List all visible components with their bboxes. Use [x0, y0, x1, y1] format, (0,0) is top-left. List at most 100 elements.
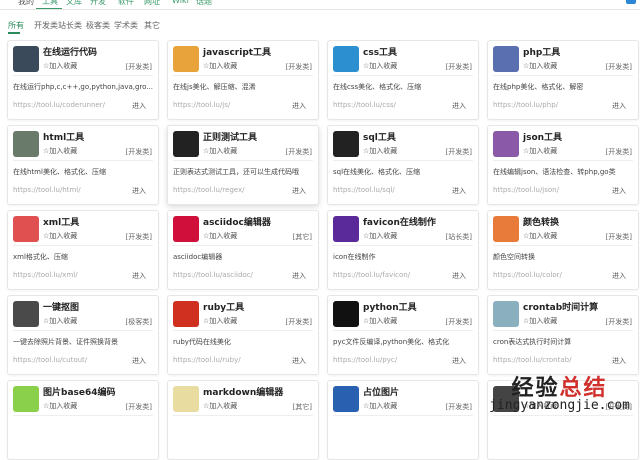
- tool-url[interactable]: https://tool.lu/coderunner/: [13, 101, 105, 109]
- tool-title[interactable]: json工具: [523, 130, 562, 143]
- tool-title[interactable]: 在线运行代码: [43, 45, 97, 58]
- tab-item[interactable]: 极客类: [86, 20, 110, 31]
- tool-card[interactable]: 在线运行代码 ☆加入收藏 [开发类] 在线运行php,c,c++,go,pyth…: [7, 40, 159, 120]
- add-favorite-button[interactable]: ☆加入收藏: [363, 316, 397, 326]
- user-avatar-button[interactable]: [626, 0, 636, 4]
- add-favorite-button[interactable]: ☆加入收藏: [523, 316, 557, 326]
- tool-url[interactable]: https://tool.lu/crontab/: [493, 356, 571, 364]
- enter-link[interactable]: 进入: [132, 356, 146, 366]
- tool-card[interactable]: asciidoc编辑器 ☆加入收藏 [其它] asciidoc编辑器 https…: [167, 210, 319, 290]
- tool-title[interactable]: php工具: [523, 45, 560, 58]
- tool-title[interactable]: sql工具: [363, 130, 396, 143]
- tool-card[interactable]: css工具 ☆加入收藏 [开发类] 在线css美化、格式化、压缩 https:/…: [327, 40, 479, 120]
- tool-title[interactable]: python工具: [363, 300, 417, 313]
- add-favorite-button[interactable]: ☆加入收藏: [43, 146, 77, 156]
- enter-link[interactable]: 进入: [612, 271, 626, 281]
- tool-url[interactable]: https://tool.lu/html/: [13, 186, 81, 194]
- enter-link[interactable]: 进入: [292, 356, 306, 366]
- add-favorite-button[interactable]: ☆加入收藏: [203, 61, 237, 71]
- tool-card[interactable]: json工具 ☆加入收藏 [开发类] 在线编辑json、语法检查、转php,go…: [487, 125, 639, 205]
- tool-card[interactable]: crontab时间计算 ☆加入收藏 [开发类] cron表达式执行时间计算 ht…: [487, 295, 639, 375]
- enter-link[interactable]: 进入: [452, 186, 466, 196]
- add-favorite-button[interactable]: ☆加入收藏: [363, 401, 397, 411]
- enter-link[interactable]: 进入: [612, 356, 626, 366]
- tab-item[interactable]: 所有: [8, 20, 24, 31]
- add-favorite-button[interactable]: ☆加入收藏: [523, 401, 557, 411]
- tool-title[interactable]: favicon在线制作: [363, 215, 436, 228]
- nav-item[interactable]: Wiki: [172, 0, 189, 5]
- tab-item[interactable]: 其它: [144, 20, 160, 31]
- tool-title[interactable]: 一键抠图: [43, 300, 79, 313]
- tool-url[interactable]: https://tool.lu/asciidoc/: [173, 271, 253, 279]
- tool-card[interactable]: 颜色转换 ☆加入收藏 [开发类] 颜色空间转换 https://tool.lu/…: [487, 210, 639, 290]
- enter-link[interactable]: 进入: [292, 186, 306, 196]
- enter-link[interactable]: 进入: [132, 271, 146, 281]
- tool-title[interactable]: 占位图片: [363, 385, 399, 398]
- enter-link[interactable]: 进入: [452, 271, 466, 281]
- tool-title[interactable]: crontab时间计算: [523, 300, 598, 313]
- add-favorite-button[interactable]: ☆加入收藏: [363, 61, 397, 71]
- nav-item[interactable]: 文库: [66, 0, 82, 7]
- add-favorite-button[interactable]: ☆加入收藏: [43, 316, 77, 326]
- add-favorite-button[interactable]: ☆加入收藏: [43, 231, 77, 241]
- tab-item[interactable]: 开发类: [34, 20, 58, 31]
- nav-item[interactable]: 网址: [144, 0, 160, 7]
- tool-card[interactable]: 图片base64编码 ☆加入收藏 [开发类]: [7, 380, 159, 460]
- tab-item[interactable]: 学术类: [114, 20, 138, 31]
- enter-link[interactable]: 进入: [452, 101, 466, 111]
- add-favorite-button[interactable]: ☆加入收藏: [363, 146, 397, 156]
- add-favorite-button[interactable]: ☆加入收藏: [43, 61, 77, 71]
- add-favorite-button[interactable]: ☆加入收藏: [203, 401, 237, 411]
- tool-title[interactable]: 图片base64编码: [43, 385, 116, 398]
- enter-link[interactable]: 进入: [132, 101, 146, 111]
- tool-title[interactable]: 正则测试工具: [203, 130, 257, 143]
- tool-url[interactable]: https://tool.lu/js/: [173, 101, 230, 109]
- tool-card[interactable]: ruby工具 ☆加入收藏 [开发类] ruby代码在线美化 https://to…: [167, 295, 319, 375]
- tool-title[interactable]: html工具: [43, 130, 84, 143]
- tab-item[interactable]: 站长类: [58, 20, 82, 31]
- tool-card[interactable]: ☆加入收藏 [开发类]: [487, 380, 639, 460]
- enter-link[interactable]: 进入: [292, 271, 306, 281]
- tool-url[interactable]: https://tool.lu/color/: [493, 271, 562, 279]
- tool-url[interactable]: https://tool.lu/json/: [493, 186, 559, 194]
- tool-card[interactable]: 一键抠图 ☆加入收藏 [极客类] 一键去除照片背景、证件照换背景 https:/…: [7, 295, 159, 375]
- tool-card[interactable]: 占位图片 ☆加入收藏 [开发类]: [327, 380, 479, 460]
- add-favorite-button[interactable]: ☆加入收藏: [363, 231, 397, 241]
- tool-title[interactable]: 颜色转换: [523, 215, 559, 228]
- tool-title[interactable]: css工具: [363, 45, 397, 58]
- tool-card[interactable]: favicon在线制作 ☆加入收藏 [站长类] icon在线制作 https:/…: [327, 210, 479, 290]
- tool-title[interactable]: ruby工具: [203, 300, 244, 313]
- add-favorite-button[interactable]: ☆加入收藏: [523, 146, 557, 156]
- tool-url[interactable]: https://tool.lu/ruby/: [173, 356, 241, 364]
- enter-link[interactable]: 进入: [132, 186, 146, 196]
- add-favorite-button[interactable]: ☆加入收藏: [203, 146, 237, 156]
- add-favorite-button[interactable]: ☆加入收藏: [203, 316, 237, 326]
- add-favorite-button[interactable]: ☆加入收藏: [203, 231, 237, 241]
- tool-card[interactable]: html工具 ☆加入收藏 [开发类] 在线html美化、格式化、压缩 https…: [7, 125, 159, 205]
- nav-item[interactable]: 工具: [42, 0, 58, 7]
- tool-url[interactable]: https://tool.lu/xml/: [13, 271, 78, 279]
- tool-card[interactable]: sql工具 ☆加入收藏 [开发类] sql在线美化、格式化、压缩 https:/…: [327, 125, 479, 205]
- enter-link[interactable]: 进入: [612, 101, 626, 111]
- nav-item[interactable]: 开发: [90, 0, 106, 7]
- tool-title[interactable]: xml工具: [43, 215, 79, 228]
- tool-url[interactable]: https://tool.lu/cutout/: [13, 356, 87, 364]
- tool-card[interactable]: 正则测试工具 ☆加入收藏 [开发类] 正则表达式测试工具，还可以生成代码哦 ht…: [167, 125, 319, 205]
- enter-link[interactable]: 进入: [292, 101, 306, 111]
- tool-url[interactable]: https://tool.lu/pyc/: [333, 356, 397, 364]
- tool-card[interactable]: python工具 ☆加入收藏 [开发类] pyc文件反编译,python美化、格…: [327, 295, 479, 375]
- tool-title[interactable]: markdown编辑器: [203, 385, 283, 398]
- add-favorite-button[interactable]: ☆加入收藏: [43, 401, 77, 411]
- tool-card[interactable]: javascript工具 ☆加入收藏 [开发类] 在线js美化、解压缩、混淆 h…: [167, 40, 319, 120]
- enter-link[interactable]: 进入: [452, 356, 466, 366]
- enter-link[interactable]: 进入: [612, 186, 626, 196]
- tool-url[interactable]: https://tool.lu/css/: [333, 101, 396, 109]
- tool-url[interactable]: https://tool.lu/php/: [493, 101, 558, 109]
- tool-card[interactable]: xml工具 ☆加入收藏 [开发类] xml格式化、压缩 https://tool…: [7, 210, 159, 290]
- tool-title[interactable]: javascript工具: [203, 45, 271, 58]
- tool-card[interactable]: markdown编辑器 ☆加入收藏 [其它]: [167, 380, 319, 460]
- nav-item[interactable]: 话题: [196, 0, 212, 7]
- add-favorite-button[interactable]: ☆加入收藏: [523, 231, 557, 241]
- tool-url[interactable]: https://tool.lu/regex/: [173, 186, 244, 194]
- nav-item[interactable]: 我的: [18, 0, 34, 7]
